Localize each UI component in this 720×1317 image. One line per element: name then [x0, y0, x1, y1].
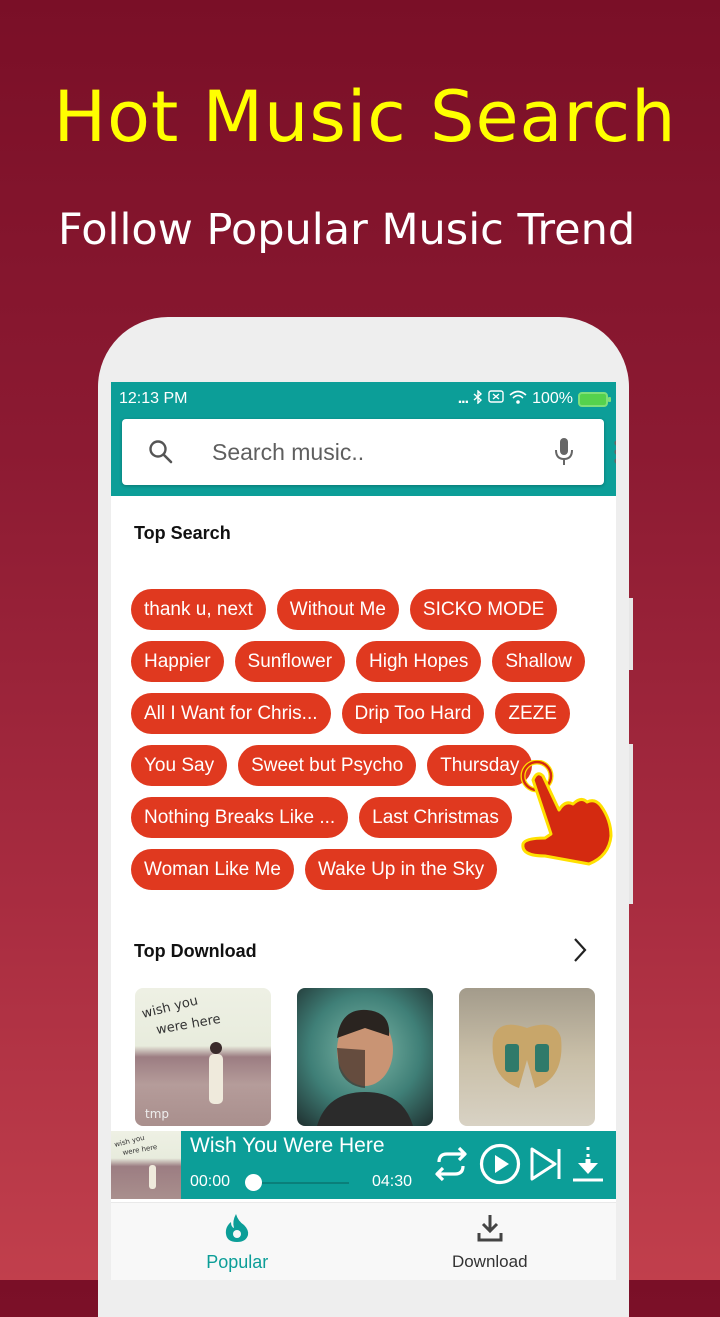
no-sim-icon	[488, 390, 504, 408]
app-bar: 12:13 PM ... 100%	[111, 382, 616, 496]
mini-player: wish you were here Wish You Were Here 00…	[111, 1131, 616, 1199]
search-chip[interactable]: Woman Like Me	[131, 849, 294, 890]
nav-download[interactable]: Download	[364, 1203, 617, 1280]
battery-level: 100%	[532, 390, 573, 407]
search-chip[interactable]: Sweet but Psycho	[238, 745, 417, 786]
album-wish-you-were-here[interactable]: wish you were here tmp	[135, 988, 271, 1126]
promo-subheadline: Follow Popular Music Trend	[58, 205, 636, 255]
nav-download-label: Download	[451, 1252, 528, 1271]
top-download-title: Top Download	[134, 941, 257, 961]
tap-hand-icon	[515, 759, 615, 875]
player-current-time: 00:00	[190, 1173, 231, 1190]
search-chip[interactable]: Drip Too Hard	[341, 693, 485, 734]
bluetooth-icon	[473, 388, 483, 409]
flame-icon	[224, 1213, 250, 1248]
phone-side-button	[629, 744, 633, 904]
search-chip[interactable]: Wake Up in the Sky	[304, 849, 498, 890]
search-chip[interactable]: ZEZE	[495, 693, 570, 734]
search-chip[interactable]: All I Want for Chris...	[131, 693, 331, 734]
phone-side-button	[629, 598, 633, 670]
player-controls-area: Wish You Were Here 00:00 04:30	[181, 1131, 616, 1199]
wifi-icon	[509, 390, 527, 409]
status-bar: 12:13 PM ... 100%	[111, 382, 616, 416]
seek-thumb[interactable]	[245, 1174, 262, 1191]
signal-dots: ...	[457, 390, 469, 407]
search-input[interactable]	[210, 437, 474, 467]
microphone-icon[interactable]	[554, 437, 574, 467]
download-tray-icon	[476, 1213, 504, 1248]
play-icon[interactable]	[479, 1143, 521, 1185]
search-chip[interactable]: You Say	[131, 745, 228, 786]
svg-text:tmp: tmp	[145, 1107, 169, 1121]
player-album-art[interactable]: wish you were here	[111, 1131, 181, 1199]
chip-row: All I Want for Chris... Drip Too Hard ZE…	[131, 693, 601, 734]
search-icon[interactable]	[148, 439, 174, 465]
search-chip[interactable]: Shallow	[492, 641, 585, 682]
search-chip[interactable]: Nothing Breaks Like ...	[131, 797, 349, 838]
nav-popular-label: Popular	[206, 1252, 269, 1272]
player-track-title: Wish You Were Here	[190, 1134, 385, 1157]
top-download-albums: wish you were here tmp	[135, 988, 595, 1126]
album-portrait[interactable]	[297, 988, 433, 1126]
repeat-icon[interactable]	[431, 1146, 471, 1182]
album-butterfly[interactable]	[459, 988, 595, 1126]
skip-next-icon[interactable]	[529, 1146, 563, 1182]
battery-charging-icon	[578, 391, 611, 407]
player-duration: 04:30	[372, 1173, 413, 1190]
bottom-navigation: Popular Download	[111, 1202, 616, 1280]
search-bar	[122, 419, 616, 485]
app-screen: 12:13 PM ... 100% Search music.. Top Sea…	[111, 382, 616, 1280]
top-search-title: Top Search	[134, 523, 231, 543]
search-chip[interactable]: thank u, next	[131, 589, 266, 630]
nav-popular[interactable]: Popular	[111, 1203, 364, 1280]
more-vert-icon[interactable]	[613, 439, 616, 465]
promo-headline: Hot Music Search	[53, 76, 677, 158]
seek-bar[interactable]	[251, 1182, 349, 1184]
search-chip[interactable]: High Hopes	[356, 641, 482, 682]
status-time: 12:13 PM	[119, 390, 188, 407]
chip-row: Happier Sunflower High Hopes Shallow	[131, 641, 601, 682]
search-chip[interactable]: Without Me	[276, 589, 399, 630]
search-chip[interactable]: Sunflower	[234, 641, 346, 682]
search-chip[interactable]: SICKO MODE	[409, 589, 558, 630]
search-chip[interactable]: Last Christmas	[359, 797, 512, 838]
chevron-right-icon[interactable]	[572, 936, 588, 969]
player-controls	[431, 1143, 605, 1185]
chip-row: thank u, next Without Me SICKO MODE	[131, 589, 601, 630]
search-chip[interactable]: Happier	[131, 641, 224, 682]
download-icon[interactable]	[571, 1145, 605, 1183]
